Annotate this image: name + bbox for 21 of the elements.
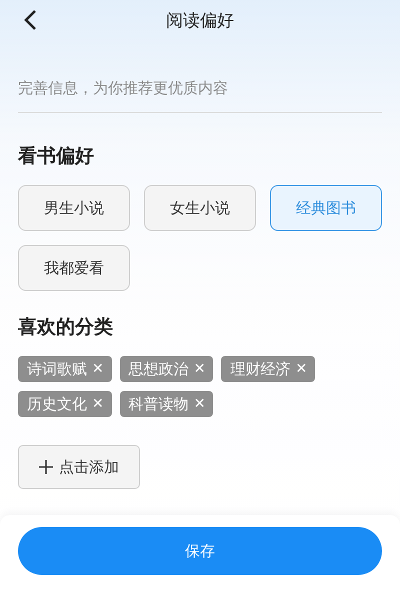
preference-option[interactable]: 经典图书 <box>270 185 382 231</box>
remove-tag-button[interactable]: ✕ <box>192 396 206 412</box>
remove-tag-button[interactable]: ✕ <box>294 361 308 377</box>
section-heading: 看书偏好 <box>18 144 95 168</box>
add-category-button[interactable]: 点击添加 <box>18 445 140 489</box>
remove-tag-button[interactable]: ✕ <box>91 361 105 377</box>
preference-option[interactable]: 我都爱看 <box>18 245 130 291</box>
plus-icon <box>39 460 53 474</box>
page-title: 阅读偏好 <box>166 10 234 32</box>
tag-label: 历史文化 <box>27 394 87 414</box>
subtitle-text: 完善信息，为你推荐更优质内容 <box>18 78 382 113</box>
preference-option[interactable]: 男生小说 <box>18 185 130 231</box>
tag-label: 科普读物 <box>128 394 189 414</box>
save-button[interactable]: 保存 <box>18 527 382 575</box>
tag-label: 诗词歌赋 <box>27 360 87 378</box>
preference-option[interactable]: 女生小说 <box>144 185 256 231</box>
tag-label: 思想政治 <box>128 360 189 378</box>
remove-tag-button[interactable]: ✕ <box>192 361 206 377</box>
section-heading: 喜欢的分类 <box>18 315 114 339</box>
remove-tag-button[interactable]: ✕ <box>91 396 105 412</box>
tag-label: 理财经济 <box>230 360 290 378</box>
